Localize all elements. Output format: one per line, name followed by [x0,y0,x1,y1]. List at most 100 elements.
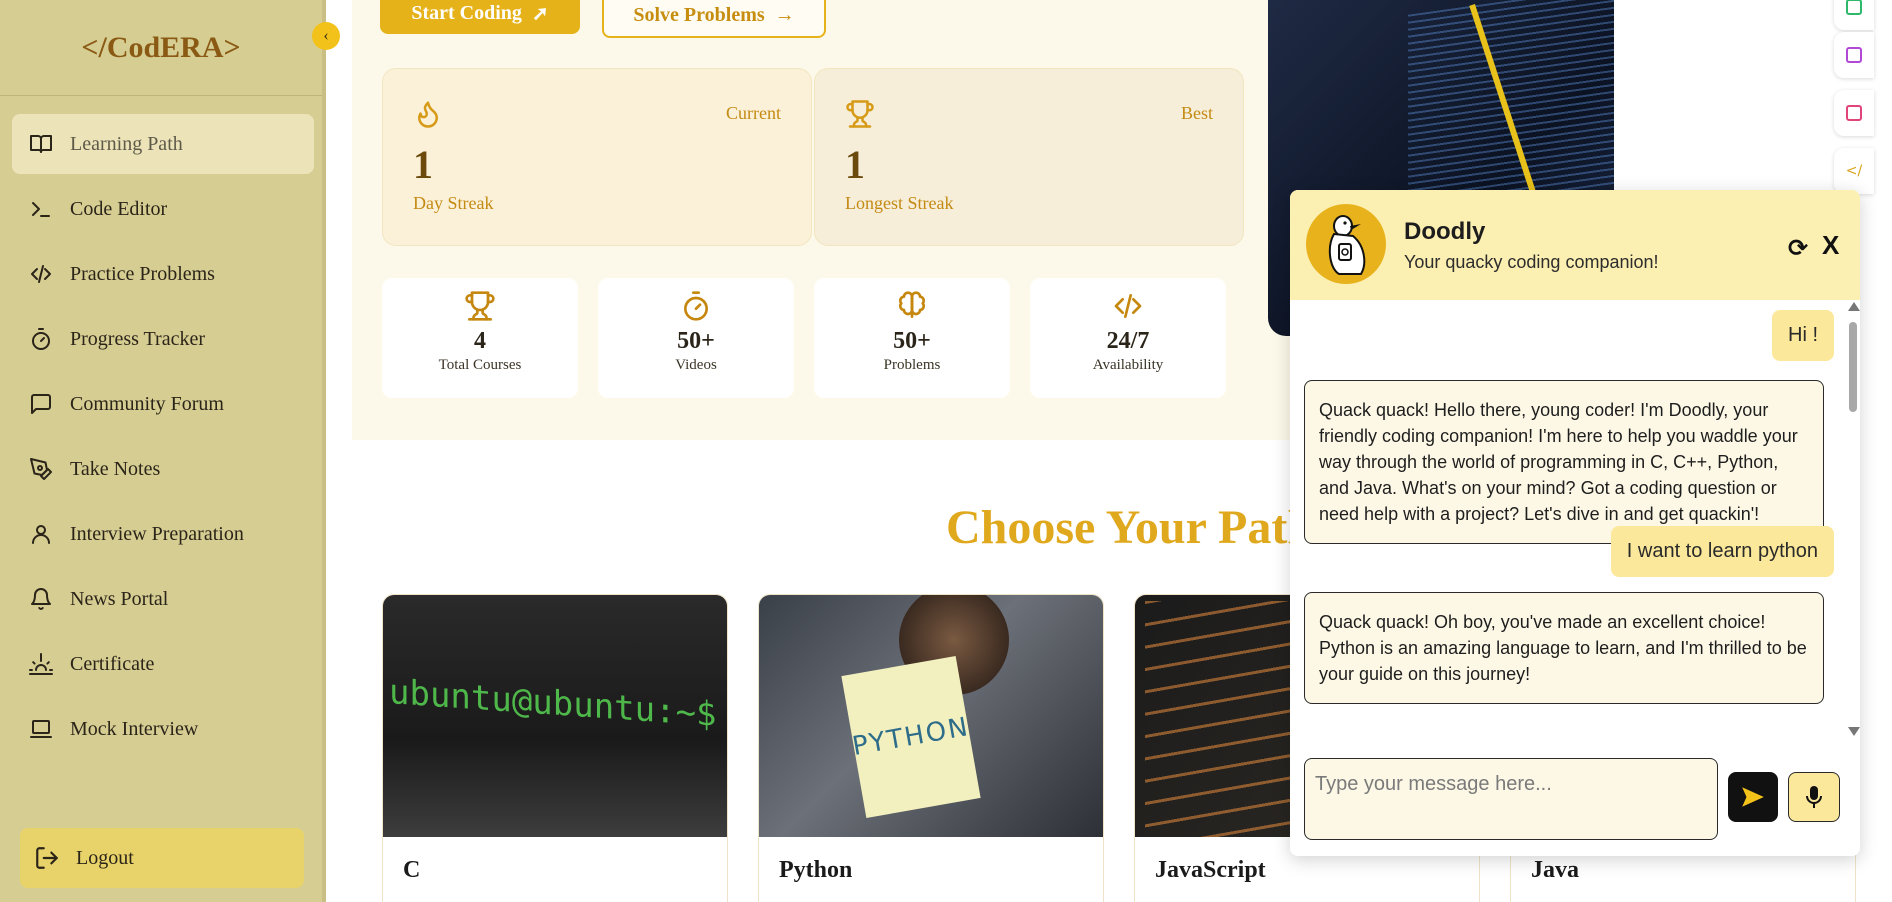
sidebar-item-label: Learning Path [70,132,183,155]
path-card-title: C [403,857,421,883]
stat-label: Videos [675,357,717,373]
terminal-icon [28,196,54,222]
path-card-title: Java [1531,857,1579,883]
sidebar-item-certificate[interactable]: Certificate [12,634,314,694]
chat-message-input[interactable] [1304,758,1718,840]
collapse-sidebar-button[interactable]: ‹ [312,22,340,50]
streak-value: 1 [413,142,433,187]
path-card-title: Python [779,857,853,883]
sidebar-nav: Learning Path Code Editor Practice Probl… [12,114,314,764]
stat-label: Total Courses [438,357,522,373]
sunrise-icon [28,651,54,677]
arrow-right-icon: → [774,3,795,26]
code-screen-graphic [1408,0,1614,215]
tab-icon [1846,105,1862,121]
sidebar-item-take-notes[interactable]: Take Notes [12,439,314,499]
sidebar-item-label: Certificate [70,652,155,675]
flame-icon [413,99,443,129]
path-card-python[interactable]: PYTHON Python [758,594,1104,902]
streak-label: Longest Streak [845,193,954,213]
close-chat-button[interactable]: X [1822,230,1839,261]
sidebar-item-community-forum[interactable]: Community Forum [12,374,314,434]
streak-tag: Best [1180,103,1213,123]
sidebar-item-label: Practice Problems [70,262,215,285]
laptop-icon [28,716,54,742]
sidebar-item-mock-interview[interactable]: Mock Interview [12,699,314,759]
microphone-button[interactable] [1788,772,1840,822]
side-tab-1[interactable] [1834,0,1874,30]
path-card-title: JavaScript [1155,857,1266,883]
message-icon [28,391,54,417]
stat-value: 4 [474,328,486,354]
side-tab-2[interactable] [1834,32,1874,78]
side-tab-4[interactable]: </ [1834,148,1874,194]
sidebar-item-label: Community Forum [70,392,224,415]
logout-icon [36,847,58,869]
scroll-up-icon[interactable] [1848,302,1860,311]
sidebar-item-label: Code Editor [70,197,168,220]
sidebar-item-interview-preparation[interactable]: Interview Preparation [12,504,314,564]
chat-scrollbar[interactable] [1846,300,1860,740]
send-button[interactable] [1728,772,1778,822]
solve-problems-button[interactable]: Solve Problems → [602,0,826,38]
stat-value: 50+ [893,328,931,354]
stat-availability: 24/7 Availability [1030,278,1226,398]
current-streak-card: Current 1 Day Streak [382,68,812,246]
start-coding-label: Start Coding [411,1,522,24]
send-icon [1742,787,1764,807]
brain-icon [895,290,929,324]
chevron-left-icon: ‹ [323,27,329,44]
sidebar-item-label: Progress Tracker [70,327,205,350]
scroll-down-icon[interactable] [1848,727,1860,736]
chatbot-name: Doodly [1404,218,1486,245]
path-card-c[interactable]: ubuntu@ubuntu:~$ sudo C [382,594,728,902]
user-icon [28,521,54,547]
side-tab-3[interactable] [1834,90,1874,136]
rocket-icon: ➚ [531,2,549,25]
chatbot-subtitle: Your quacky coding companion! [1404,252,1659,272]
sidebar-item-label: News Portal [70,587,169,610]
chat-messages[interactable]: Hi ! Quack quack! Hello there, young cod… [1290,300,1846,740]
timer-icon [28,326,54,352]
streak-label: Day Streak [413,193,494,213]
stat-total-courses: 4 Total Courses [382,278,578,398]
stat-problems: 50+ Problems [814,278,1010,398]
code-icon [1111,290,1145,324]
stat-label: Availability [1092,357,1164,373]
stat-value: 24/7 [1106,328,1150,354]
terminal-text: ubuntu@ubuntu:~$ sudo [389,672,727,742]
start-coding-button[interactable]: Start Coding ➚ [380,0,580,34]
solve-problems-label: Solve Problems [633,3,765,26]
tab-icon [1846,47,1862,63]
user-message: Hi ! [1772,310,1834,361]
sidebar-item-practice-problems[interactable]: Practice Problems [12,244,314,304]
user-message: I want to learn python [1610,526,1834,577]
streak-value: 1 [845,142,865,187]
python-course-image: PYTHON [759,595,1103,837]
c-course-image: ubuntu@ubuntu:~$ sudo [383,595,727,837]
sidebar-item-progress-tracker[interactable]: Progress Tracker [12,309,314,369]
chatbot-header: Doodly Your quacky coding companion! ⟳ X [1290,190,1860,300]
streak-tag: Current [726,103,781,123]
trophy-icon [845,99,875,129]
bot-message: Quack quack! Hello there, young coder! I… [1304,380,1824,544]
timer-icon [679,290,713,324]
code-icon: </ [1845,163,1863,179]
longest-streak-card: Best 1 Longest Streak [814,68,1244,246]
chatbot-panel: Doodly Your quacky coding companion! ⟳ X… [1290,190,1860,856]
sidebar-item-code-editor[interactable]: Code Editor [12,179,314,239]
logout-button[interactable]: Logout [20,828,304,888]
bell-icon [28,586,54,612]
sidebar-item-label: Take Notes [70,457,161,480]
app-logo[interactable]: </CodERA> [0,0,322,96]
sticky-note: PYTHON [841,656,981,818]
terminal-command: sudo [717,695,727,742]
refresh-icon[interactable]: ⟳ [1788,234,1808,262]
scroll-thumb[interactable] [1849,322,1857,412]
sidebar-item-label: Mock Interview [70,717,199,740]
sidebar-item-news-portal[interactable]: News Portal [12,569,314,629]
book-icon [28,131,54,157]
sidebar-item-learning-path[interactable]: Learning Path [12,114,314,174]
stat-value: 50+ [677,328,715,354]
terminal-prompt: ubuntu@ubuntu:~$ [389,671,717,735]
